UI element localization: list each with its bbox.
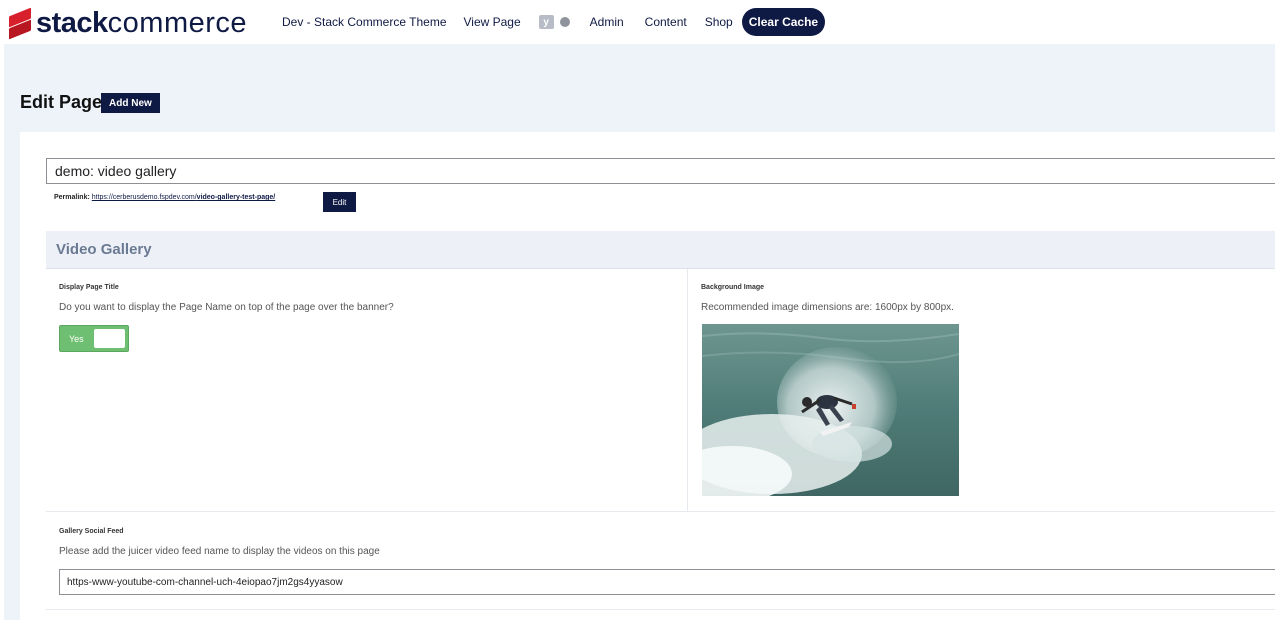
nav-admin[interactable]: Admin	[590, 15, 624, 29]
nav-view-page[interactable]: View Page	[464, 15, 521, 29]
toggle-label: Yes	[69, 334, 84, 344]
surfer-photo	[702, 324, 959, 496]
column-divider	[687, 269, 688, 512]
stackcommerce-logo[interactable]: stack commerce	[8, 6, 248, 40]
section-title: Video Gallery	[56, 241, 152, 258]
section-header: Video Gallery	[46, 231, 1275, 269]
background-image-description: Recommended image dimensions are: 1600px…	[701, 302, 954, 313]
social-feed-label: Gallery Social Feed	[59, 528, 124, 535]
display-title-toggle[interactable]: Yes	[59, 325, 129, 352]
social-feed-input[interactable]	[59, 569, 1275, 595]
row-divider	[46, 511, 1275, 512]
logo-text-stack: stack	[36, 6, 108, 39]
nav-site-theme[interactable]: Dev - Stack Commerce Theme	[282, 15, 447, 29]
nav-shop[interactable]: Shop	[705, 15, 733, 29]
yoast-icon[interactable]: y	[538, 15, 554, 29]
display-title-label: Display Page Title	[59, 284, 119, 291]
permalink-slug: video-gallery-test-page/	[196, 194, 276, 201]
background-image-preview[interactable]	[702, 324, 959, 496]
logo-mark-icon	[8, 7, 32, 40]
page-title: Edit Page	[20, 92, 103, 112]
permalink-edit-button[interactable]: Edit	[323, 192, 356, 212]
admin-top-bar: stack commerce Dev - Stack Commerce Them…	[0, 0, 1275, 44]
logo-text-commerce: commerce	[107, 6, 248, 39]
nav-content[interactable]: Content	[645, 15, 687, 29]
toggle-knob	[94, 329, 125, 348]
permalink-label: Permalink:	[54, 194, 90, 201]
row-divider-bottom	[46, 609, 1275, 610]
clear-cache-button[interactable]: Clear Cache	[741, 8, 826, 36]
permalink-base: https://cerberusdemo.fspdev.com/	[91, 194, 197, 201]
permalink-row: Permalink: https://cerberusdemo.fspdev.c…	[54, 194, 275, 201]
social-feed-description: Please add the juicer video feed name to…	[59, 546, 380, 557]
display-title-description: Do you want to display the Page Name on …	[59, 302, 394, 313]
background-image-label: Background Image	[701, 284, 765, 291]
status-dot-icon	[559, 17, 570, 27]
add-new-button[interactable]: Add New	[101, 93, 160, 113]
admin-nav: Dev - Stack Commerce Theme View Page y A…	[282, 0, 826, 44]
post-title-input[interactable]	[46, 158, 1275, 184]
permalink-link[interactable]: https://cerberusdemo.fspdev.com/video-ga…	[92, 194, 276, 201]
